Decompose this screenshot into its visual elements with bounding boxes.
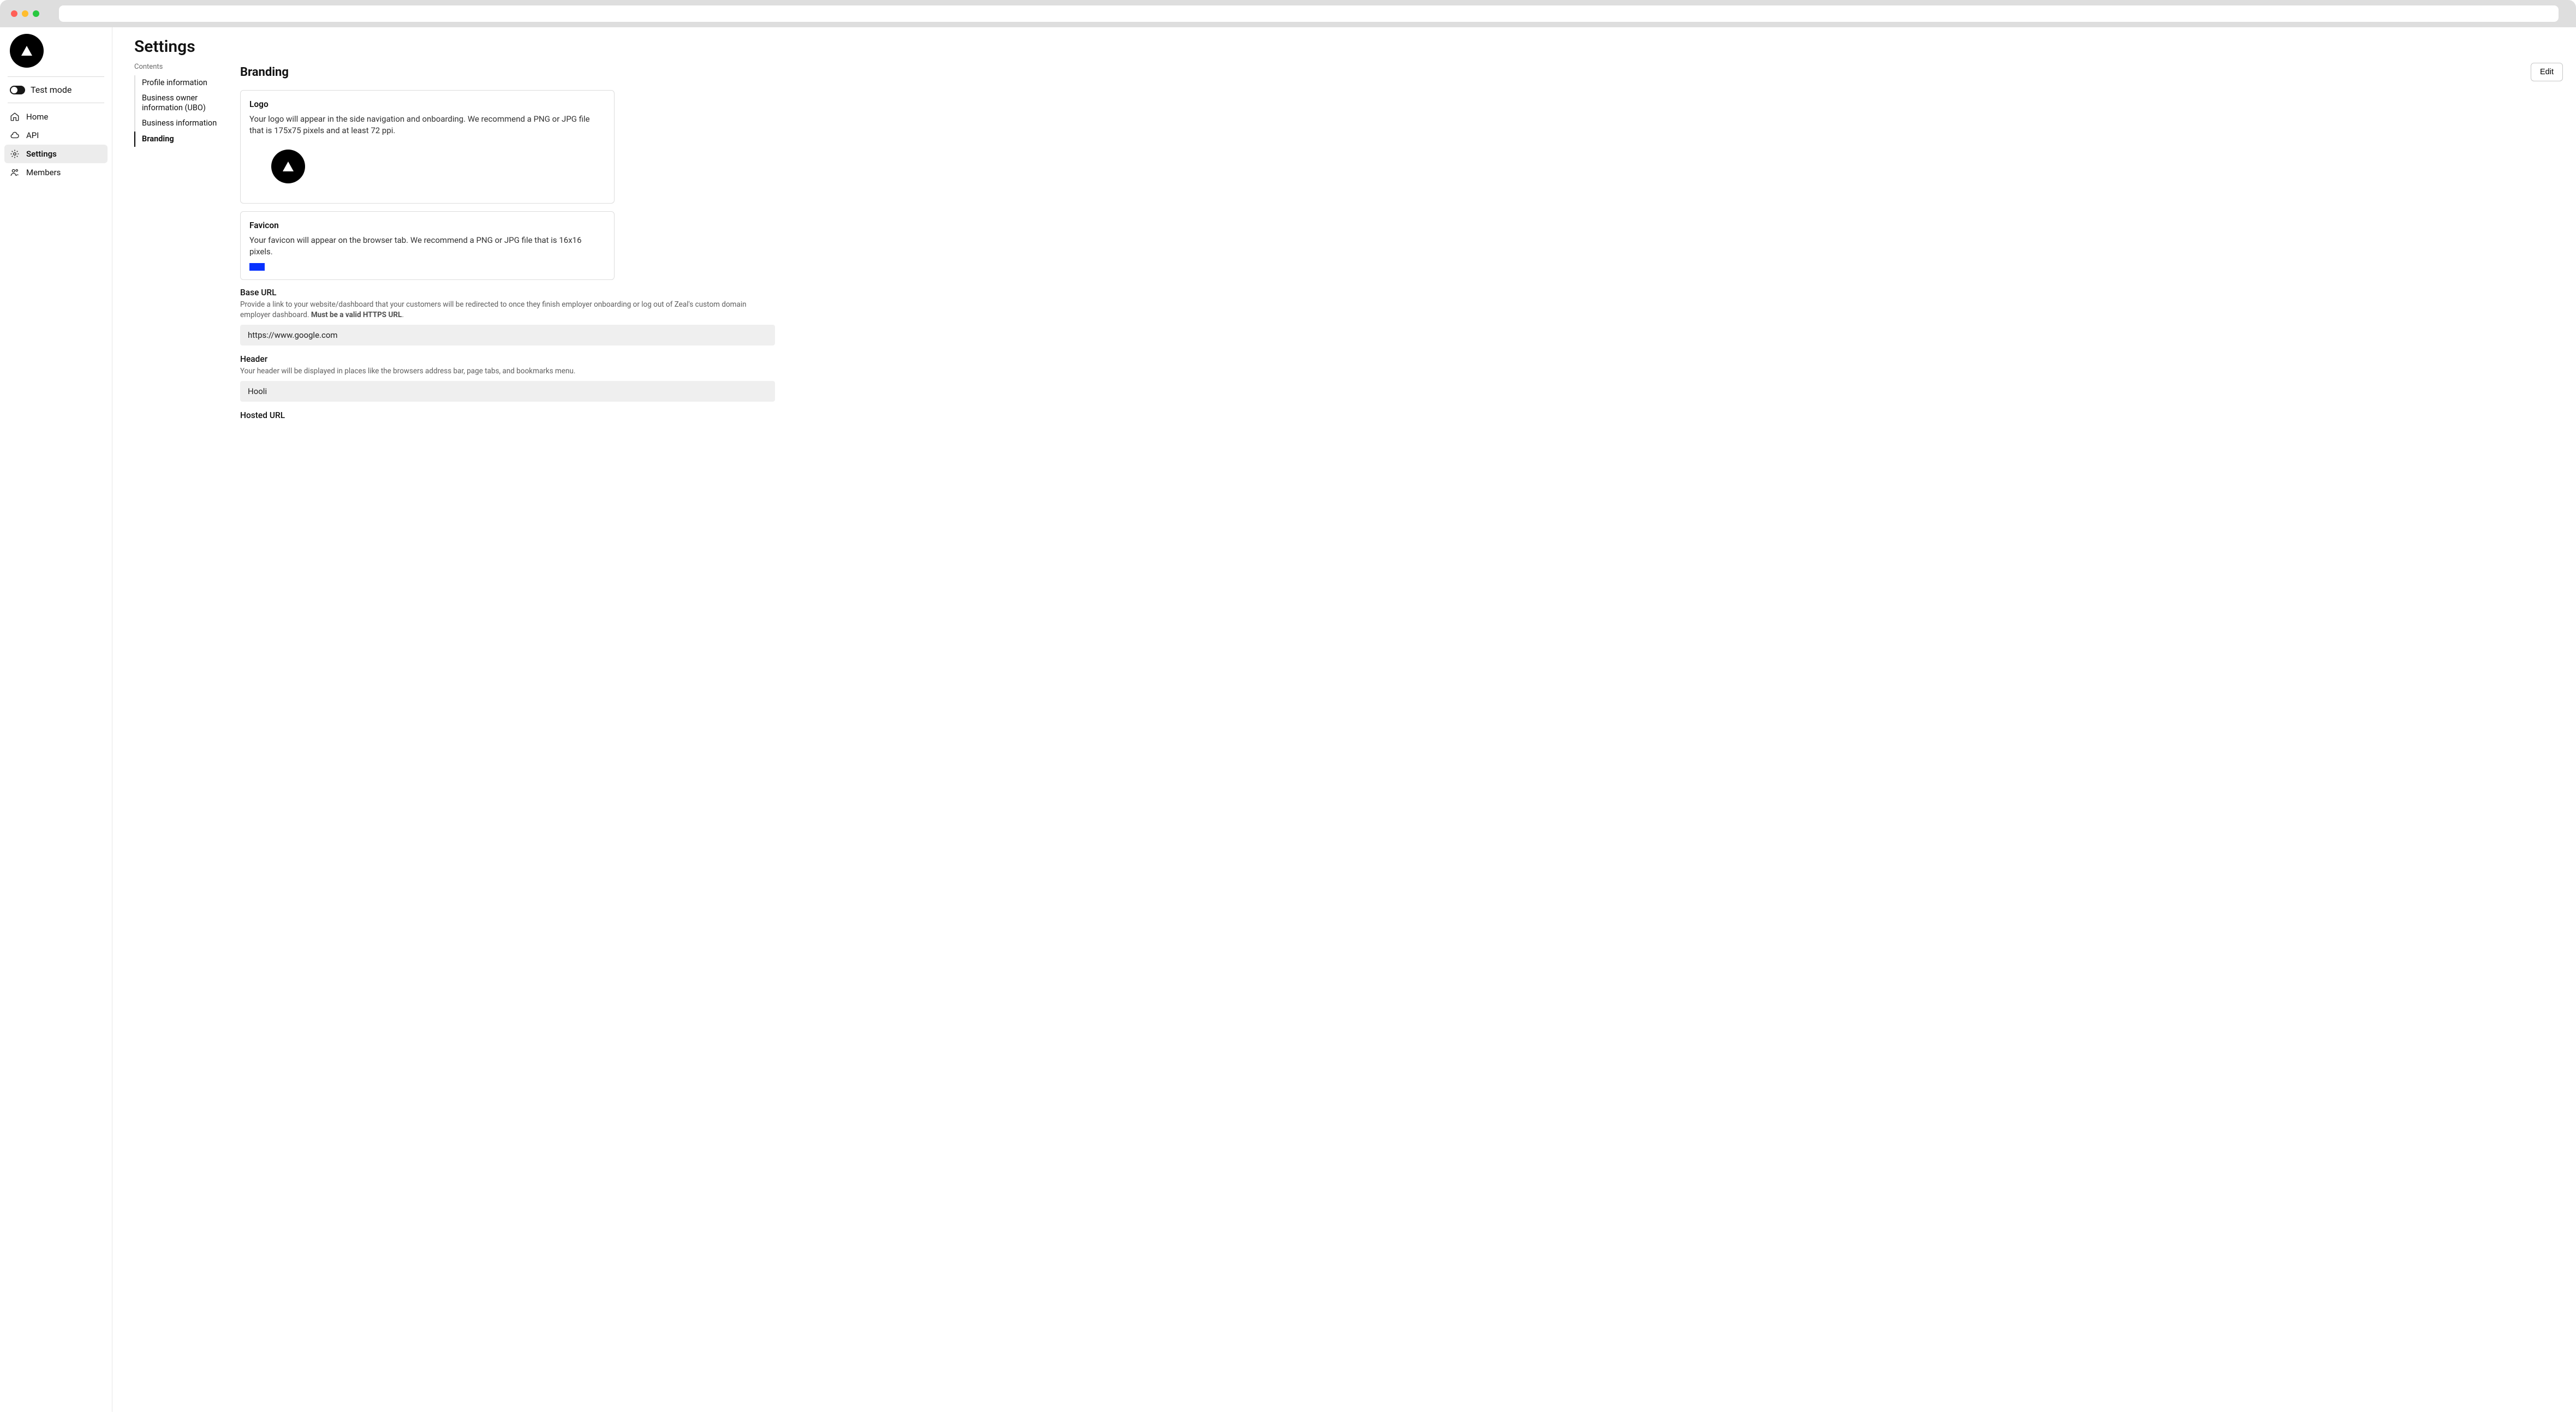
- base-url-help-post: .: [402, 311, 404, 319]
- base-url-field: Base URL Provide a link to your website/…: [240, 288, 775, 345]
- base-url-help-strong: Must be a valid HTTPS URL: [311, 311, 402, 319]
- browser-chrome: [0, 0, 2576, 27]
- sidebar: Test mode Home API Settings: [0, 27, 112, 1412]
- close-window-button[interactable]: [11, 10, 17, 17]
- contents-item-business[interactable]: Business information: [135, 116, 227, 131]
- logo-preview: [271, 150, 605, 183]
- home-icon: [10, 112, 20, 122]
- sidebar-item-members[interactable]: Members: [4, 163, 108, 182]
- page-title: Settings: [134, 37, 2563, 56]
- window-controls: [7, 10, 44, 17]
- logo-image: [271, 150, 305, 183]
- logo-container: [4, 34, 108, 74]
- nav-list: Home API Settings Members: [4, 105, 108, 182]
- gear-icon: [10, 149, 20, 159]
- brand-logo: [10, 34, 44, 68]
- main-content: Settings Contents Profile information Bu…: [112, 27, 2576, 1412]
- sidebar-item-settings[interactable]: Settings: [4, 145, 108, 163]
- base-url-value: https://www.google.com: [240, 325, 775, 345]
- header-value: Hooli: [240, 381, 775, 402]
- branding-section: Branding Edit Logo Your logo will appear…: [240, 63, 2563, 429]
- logo-card-description: Your logo will appear in the side naviga…: [249, 114, 605, 136]
- contents-item-ubo[interactable]: Business owner information (UBO): [135, 91, 227, 116]
- divider: [8, 76, 104, 77]
- favicon-card-description: Your favicon will appear on the browser …: [249, 235, 605, 258]
- base-url-help: Provide a link to your website/dashboard…: [240, 300, 775, 320]
- contents-heading: Contents: [134, 63, 227, 71]
- favicon-card-title: Favicon: [249, 220, 605, 230]
- logo-card-title: Logo: [249, 99, 605, 109]
- section-title: Branding: [240, 65, 289, 79]
- hosted-url-label: Hosted URL: [240, 410, 775, 420]
- address-bar[interactable]: [59, 5, 2559, 22]
- contents-nav: Contents Profile information Business ow…: [134, 63, 227, 429]
- header-help: Your header will be displayed in places …: [240, 366, 775, 377]
- sidebar-item-home[interactable]: Home: [4, 108, 108, 126]
- sidebar-item-label: Members: [26, 168, 61, 177]
- cloud-icon: [10, 130, 20, 140]
- sidebar-item-label: Settings: [26, 149, 57, 159]
- sidebar-item-label: Home: [26, 112, 48, 122]
- contents-item-profile[interactable]: Profile information: [135, 75, 227, 91]
- sidebar-item-api[interactable]: API: [4, 126, 108, 145]
- maximize-window-button[interactable]: [33, 10, 39, 17]
- favicon-card: Favicon Your favicon will appear on the …: [240, 211, 615, 280]
- test-mode-toggle-row: Test mode: [4, 79, 108, 100]
- base-url-label: Base URL: [240, 288, 775, 297]
- favicon-preview: [249, 263, 265, 271]
- header-field: Header Your header will be displayed in …: [240, 354, 775, 402]
- sidebar-item-label: API: [26, 130, 39, 140]
- edit-button[interactable]: Edit: [2531, 63, 2563, 81]
- test-mode-label: Test mode: [31, 85, 71, 95]
- test-mode-toggle[interactable]: [10, 86, 25, 94]
- header-label: Header: [240, 354, 775, 364]
- logo-card: Logo Your logo will appear in the side n…: [240, 90, 615, 204]
- hosted-url-field: Hosted URL: [240, 410, 775, 420]
- people-icon: [10, 168, 20, 177]
- contents-item-branding[interactable]: Branding: [135, 132, 227, 147]
- viewport: Test mode Home API Settings: [0, 27, 2576, 1412]
- minimize-window-button[interactable]: [22, 10, 28, 17]
